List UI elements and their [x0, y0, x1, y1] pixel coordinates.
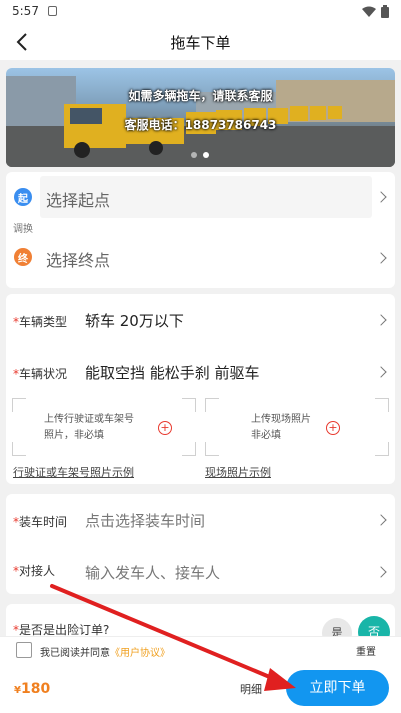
price-detail-link[interactable]: 明细 — [240, 681, 262, 697]
upload-license-photo[interactable]: 上传行驶证或车架号 照片，非必填 + — [12, 398, 196, 456]
chevron-right-icon — [375, 566, 387, 578]
chevron-right-icon — [375, 314, 387, 326]
chevron-right-icon — [375, 191, 387, 203]
loading-time-label: *装车时间 — [13, 515, 68, 529]
contact-input[interactable]: 输入发车人、接车人 — [85, 562, 220, 583]
location-card: 起 选择起点 调换 终 选择终点 — [6, 172, 395, 288]
vehicle-type-label: *车辆类型 — [13, 315, 68, 329]
agreement-text: 我已阅读并同意《用户协议》 — [40, 648, 170, 659]
banner-pagination — [191, 152, 209, 158]
end-point-icon: 终 — [14, 248, 32, 266]
license-sample-link[interactable]: 行驶证或车架号照片示例 — [13, 464, 134, 480]
status-bar: 5:57 — [0, 0, 401, 24]
vehicle-card: *车辆类型 轿车 20万以下 *车辆状况 能取空挡 能松手刹 前驱车 上传行驶证… — [6, 294, 395, 484]
sim-icon — [48, 6, 57, 16]
banner-notice: 如需多辆拖车，请联系客服 — [128, 89, 273, 103]
start-location-row[interactable]: 起 选择起点 — [6, 172, 395, 218]
order-price: ¥180 — [14, 681, 51, 697]
user-agreement-link[interactable]: 《用户协议》 — [110, 648, 170, 659]
bottom-bar: ¥180 明细 立即下单 — [0, 664, 401, 713]
loading-time-field[interactable]: 点击选择装车时间 — [85, 510, 205, 531]
banner-dot-active[interactable] — [203, 152, 209, 158]
add-photo-icon: + — [326, 421, 340, 435]
contact-label: *对接人 — [13, 564, 56, 578]
reset-button[interactable]: 重置 — [356, 643, 376, 658]
add-photo-icon: + — [158, 421, 172, 435]
vehicle-type-value: 轿车 20万以下 — [85, 312, 184, 330]
vehicle-status-label: *车辆状况 — [13, 367, 68, 381]
start-point-icon: 起 — [14, 188, 32, 206]
banner-dot[interactable] — [191, 152, 197, 158]
banner-phone: 客服电话：18873786743 — [124, 118, 277, 132]
upload-license-hint: 上传行驶证或车架号 照片，非必填 — [44, 414, 134, 441]
scene-sample-link[interactable]: 现场照片示例 — [205, 464, 271, 480]
agreement-bar: 我已阅读并同意《用户协议》 重置 — [0, 636, 401, 664]
battery-icon — [381, 5, 389, 18]
wifi-icon — [362, 6, 376, 17]
upload-scene-hint: 上传现场照片 非必填 — [251, 414, 311, 441]
status-time: 5:57 — [12, 4, 39, 18]
status-icons — [362, 5, 389, 18]
chevron-right-icon — [375, 366, 387, 378]
agreement-checkbox[interactable] — [16, 642, 32, 658]
vehicle-status-row[interactable]: *车辆状况 能取空挡 能松手刹 前驱车 — [6, 354, 395, 390]
end-location-field[interactable]: 选择终点 — [40, 236, 372, 278]
promo-banner[interactable]: 如需多辆拖车，请联系客服 客服电话：18873786743 — [6, 68, 395, 167]
vehicle-type-row[interactable]: *车辆类型 轿车 20万以下 — [6, 302, 395, 338]
chevron-right-icon — [375, 252, 387, 264]
nav-bar: 拖车下单 — [0, 24, 401, 60]
contact-row[interactable]: *对接人 输入发车人、接车人 — [6, 554, 395, 590]
end-location-row[interactable]: 终 选择终点 — [6, 232, 395, 276]
page-title: 拖车下单 — [170, 34, 231, 52]
submit-order-button[interactable]: 立即下单 — [286, 670, 389, 706]
schedule-card: *装车时间 点击选择装车时间 *对接人 输入发车人、接车人 — [6, 494, 395, 594]
loading-time-row[interactable]: *装车时间 点击选择装车时间 — [6, 502, 395, 538]
upload-scene-photo[interactable]: 上传现场照片 非必填 + — [205, 398, 389, 456]
chevron-right-icon — [375, 514, 387, 526]
start-location-field[interactable]: 选择起点 — [40, 176, 372, 218]
vehicle-status-value: 能取空挡 能松手刹 前驱车 — [85, 364, 260, 382]
